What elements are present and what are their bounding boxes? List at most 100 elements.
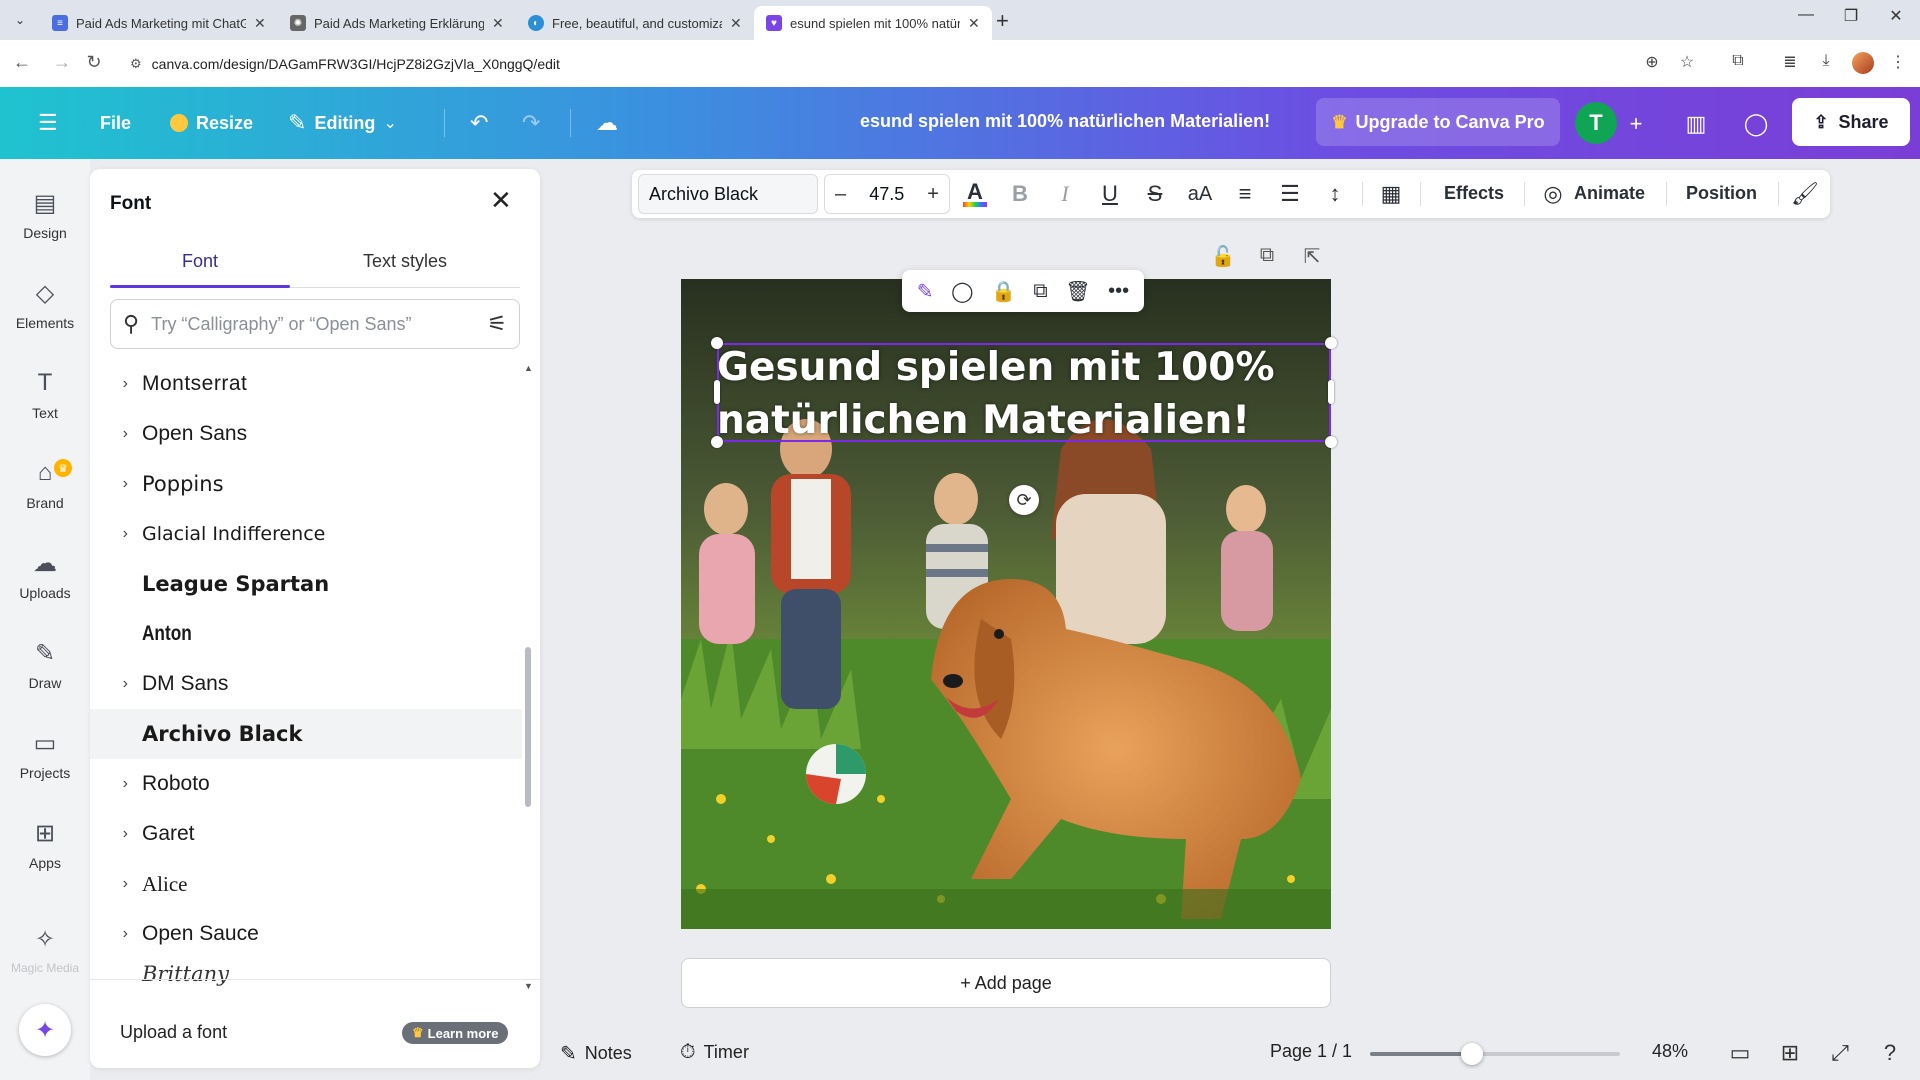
zoom-level[interactable]: 48% xyxy=(1652,1041,1688,1062)
download-icon[interactable]: ⤓ xyxy=(1814,52,1838,70)
font-item-alice[interactable]: › Alice xyxy=(90,859,522,909)
duplicate-icon[interactable]: ⧉ xyxy=(1033,280,1047,303)
profile-avatar[interactable] xyxy=(1852,52,1874,74)
rail-item-uploads[interactable]: ☁ Uploads xyxy=(0,549,90,629)
delete-icon[interactable]: 🗑 xyxy=(1065,279,1090,304)
animate-button[interactable]: Animate xyxy=(1574,183,1645,204)
add-page-icon[interactable]: ⇱ xyxy=(1299,244,1325,269)
close-icon[interactable]: ✕ xyxy=(730,15,742,32)
page-view-icon[interactable]: ▭ xyxy=(1726,1040,1754,1066)
browser-tab-4-active[interactable]: ♥ esund spielen mit 100% natürlichen Mat… xyxy=(754,6,992,40)
resize-handle-top-right[interactable] xyxy=(1325,337,1337,349)
help-icon[interactable]: ? xyxy=(1876,1040,1904,1066)
font-item-league-spartan[interactable]: League Spartan xyxy=(90,559,522,609)
chevron-right-icon[interactable]: › xyxy=(90,525,142,543)
document-title[interactable]: esund spielen mit 100% natürlichen Mater… xyxy=(860,111,1270,132)
rail-item-apps[interactable]: ⊞ Apps xyxy=(0,819,90,899)
comment-add-icon[interactable]: ◯ xyxy=(951,279,973,304)
chevron-right-icon[interactable]: › xyxy=(90,875,142,893)
magic-assistant-button[interactable]: ✦ xyxy=(19,1004,71,1056)
increase-size-icon[interactable]: + xyxy=(927,183,939,206)
decrease-size-icon[interactable]: – xyxy=(835,183,846,206)
duplicate-page-icon[interactable]: ⧉ xyxy=(1254,244,1280,267)
rail-item-text[interactable]: T Text xyxy=(0,369,90,449)
font-item-open-sans[interactable]: › Open Sans xyxy=(90,409,522,459)
cloud-save-button[interactable]: ☁ xyxy=(586,105,628,141)
close-icon[interactable]: ✕ xyxy=(254,15,266,32)
font-item-dm-sans[interactable]: › DM Sans xyxy=(90,659,522,709)
copy-style-icon[interactable]: 🖌 xyxy=(1790,180,1820,208)
tab-font[interactable]: Font xyxy=(110,251,290,272)
resize-handle-right[interactable] xyxy=(1328,380,1334,404)
font-item-glacial-indifference[interactable]: › Glacial Indifference xyxy=(90,509,522,559)
bold-icon[interactable]: B xyxy=(1005,180,1035,208)
learn-more-button[interactable]: ♛ Learn more xyxy=(402,1022,509,1044)
editing-mode-button[interactable]: ✎ Editing ⌄ xyxy=(278,105,407,141)
browser-tab-2[interactable]: ✺ Paid Ads Marketing Erklärung ✕ xyxy=(278,6,516,40)
transparency-icon[interactable]: ▦ xyxy=(1376,180,1406,208)
chevron-right-icon[interactable]: › xyxy=(90,825,142,843)
back-icon[interactable]: ← xyxy=(10,52,34,73)
rail-item-draw[interactable]: ✎ Draw xyxy=(0,639,90,719)
rotate-handle-icon[interactable]: ⟳ xyxy=(1009,485,1039,515)
redo-button[interactable]: ↷ xyxy=(512,105,550,141)
window-close-icon[interactable]: ✕ xyxy=(1876,6,1916,26)
restore-icon[interactable]: ❐ xyxy=(1831,6,1871,26)
font-item-roboto[interactable]: › Roboto xyxy=(90,759,522,809)
rail-item-design[interactable]: ▤ Design xyxy=(0,189,90,269)
grid-view-icon[interactable]: ⊞ xyxy=(1776,1040,1804,1066)
font-item-garet[interactable]: › Garet xyxy=(90,809,522,859)
tab-text-styles[interactable]: Text styles xyxy=(315,251,495,272)
rail-item-magic-media[interactable]: ✧ Magic Media xyxy=(0,925,90,1005)
minimize-icon[interactable]: — xyxy=(1786,6,1826,24)
align-left-icon[interactable]: ≡ xyxy=(1230,180,1260,208)
rail-item-projects[interactable]: ▭ Projects xyxy=(0,729,90,809)
file-button[interactable]: File xyxy=(90,105,141,141)
chevron-right-icon[interactable]: › xyxy=(90,775,142,793)
upload-font-link[interactable]: Upload a font xyxy=(120,1022,227,1043)
main-menu-button[interactable]: ☰ xyxy=(28,105,68,141)
font-size-value[interactable]: 47.5 xyxy=(869,184,904,205)
strikethrough-icon[interactable]: S xyxy=(1140,180,1170,208)
reload-icon[interactable]: ↻ xyxy=(82,52,106,73)
undo-button[interactable]: ↶ xyxy=(460,105,498,141)
font-search-input[interactable] xyxy=(151,313,476,335)
site-settings-icon[interactable]: ⚙ xyxy=(130,56,142,72)
font-item-archivo-black[interactable]: Archivo Black xyxy=(90,709,522,759)
browser-tab-3[interactable]: ◐ Free, beautiful, and customizable ✕ xyxy=(516,6,754,40)
filter-icon[interactable]: ⚟ xyxy=(487,311,507,337)
line-spacing-icon[interactable]: ↕ xyxy=(1320,180,1350,208)
close-panel-icon[interactable]: ✕ xyxy=(490,185,512,216)
bulleted-list-icon[interactable]: ☰ xyxy=(1275,180,1305,208)
font-item-open-sauce[interactable]: › Open Sauce xyxy=(90,909,522,959)
browser-menu-icon[interactable]: ⋮ xyxy=(1886,52,1910,72)
more-options-icon[interactable]: ••• xyxy=(1108,280,1129,303)
media-icon[interactable]: ≣ xyxy=(1778,52,1802,72)
resize-handle-bottom-left[interactable] xyxy=(711,436,723,448)
zoom-icon[interactable]: ⊕ xyxy=(1640,52,1664,72)
page-indicator[interactable]: Page 1 / 1 xyxy=(1270,1041,1352,1062)
tab-search-menu[interactable]: ⌄ xyxy=(8,8,32,32)
close-icon[interactable]: ✕ xyxy=(492,15,504,32)
font-item-montserrat[interactable]: › Montserrat xyxy=(90,359,522,409)
font-family-dropdown[interactable]: Archivo Black xyxy=(638,174,818,214)
font-list-scrollbar[interactable] xyxy=(525,647,531,807)
lock-icon[interactable]: 🔒 xyxy=(991,279,1016,304)
resize-handle-top-left[interactable] xyxy=(711,337,723,349)
forward-icon[interactable]: → xyxy=(50,52,74,73)
resize-handle-bottom-right[interactable] xyxy=(1325,436,1337,448)
extensions-icon[interactable]: ⧉ xyxy=(1726,52,1750,70)
add-page-button[interactable]: + Add page xyxy=(681,958,1331,1008)
fullscreen-icon[interactable]: ⤢ xyxy=(1826,1040,1854,1066)
position-button[interactable]: Position xyxy=(1686,183,1757,204)
chevron-right-icon[interactable]: › xyxy=(90,475,142,493)
rail-item-elements[interactable]: ◇ Elements xyxy=(0,279,90,359)
user-avatar[interactable]: T xyxy=(1575,102,1617,144)
chevron-right-icon[interactable]: › xyxy=(90,925,142,943)
resize-button[interactable]: Resize xyxy=(160,105,263,141)
italic-icon[interactable]: I xyxy=(1050,180,1080,208)
font-item-poppins[interactable]: › Poppins xyxy=(90,459,522,509)
browser-tab-1[interactable]: ≡ Paid Ads Marketing mit ChatGPT ✕ xyxy=(40,6,278,40)
underline-icon[interactable]: U xyxy=(1095,180,1125,208)
upgrade-button[interactable]: ♛ Upgrade to Canva Pro xyxy=(1316,98,1560,146)
